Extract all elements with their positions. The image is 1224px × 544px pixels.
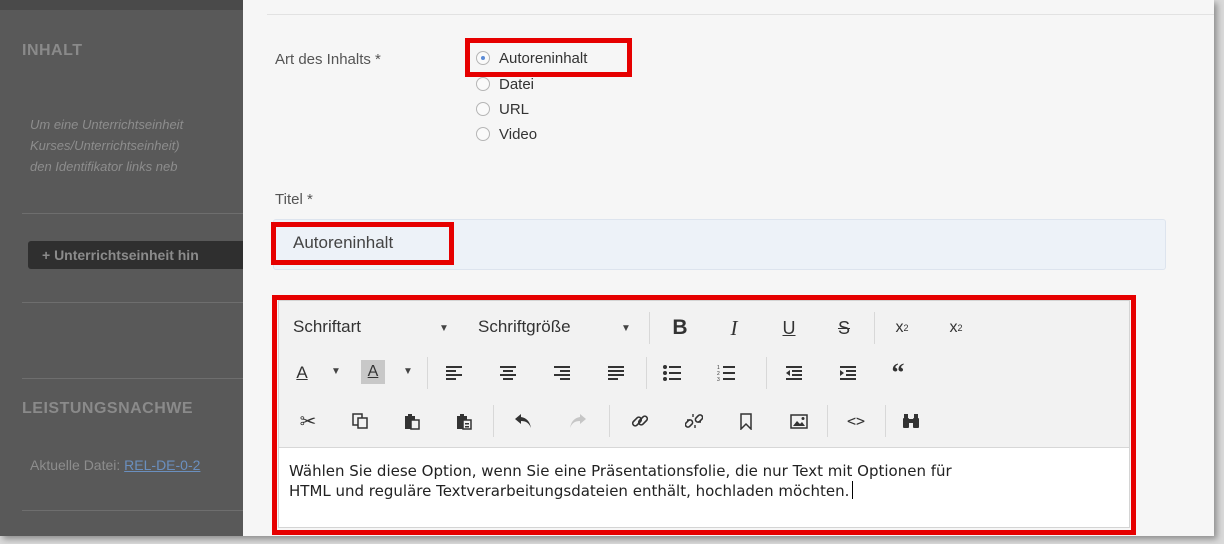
radio-label: Datei — [499, 75, 535, 93]
find-icon[interactable] — [896, 405, 926, 437]
radio-label: Autoreninhalt — [499, 49, 588, 67]
radio-button[interactable] — [476, 127, 490, 141]
radio-option-datei[interactable]: Datei — [476, 73, 534, 95]
inhalt-description-line-3: den Identifikator links neb — [30, 159, 178, 174]
superscript-icon[interactable]: x2 — [939, 311, 973, 345]
source-code-icon[interactable]: <> — [841, 405, 871, 437]
toolbar-row-2: A ▼ A ▼ 1 2 3 “ — [279, 353, 1129, 393]
undo-icon[interactable] — [509, 405, 539, 437]
link-icon[interactable] — [625, 405, 655, 437]
chevron-down-icon[interactable]: ▼ — [621, 323, 631, 334]
edit-content-modal: Art des Inhalts * Autoreninhalt Datei UR… — [243, 0, 1214, 536]
chevron-down-icon[interactable]: ▼ — [331, 366, 341, 377]
toolbar-separator — [885, 405, 886, 437]
blockquote-icon[interactable]: “ — [883, 357, 913, 389]
image-icon[interactable] — [784, 405, 814, 437]
paste-icon[interactable] — [397, 405, 427, 437]
anchor-icon[interactable] — [731, 405, 761, 437]
background-page: INHALT Um eine Unterrichtseinheit Kurses… — [0, 0, 258, 536]
italic-icon[interactable]: I — [717, 311, 751, 345]
radio-label: URL — [499, 100, 530, 118]
cut-icon[interactable]: ✂ — [293, 405, 323, 437]
strikethrough-icon[interactable]: S — [827, 311, 861, 345]
background-topbar — [0, 0, 245, 10]
background-color-icon[interactable]: A — [361, 360, 385, 384]
editor-text-line-1: Wählen Sie diese Option, wenn Sie eine P… — [289, 462, 952, 480]
indent-icon[interactable] — [833, 357, 863, 389]
subscript-icon[interactable]: x2 — [885, 311, 919, 345]
underline-icon[interactable]: U — [772, 311, 806, 345]
toolbar-separator — [609, 405, 610, 437]
editor-text-line-2: HTML und reguläre Textverarbeitungsdatei… — [289, 481, 952, 501]
radio-button[interactable] — [476, 102, 490, 116]
inhalt-heading: INHALT — [22, 42, 83, 59]
font-size-dropdown[interactable]: Schriftgröße — [478, 317, 571, 337]
divider — [22, 213, 252, 214]
divider — [22, 378, 252, 379]
text-color-icon[interactable]: A — [289, 357, 315, 389]
radio-option-url[interactable]: URL — [476, 98, 529, 120]
toolbar-separator — [493, 405, 494, 437]
editor-toolbar: Schriftart ▼ Schriftgröße ▼ B I U S x2 x… — [279, 301, 1129, 448]
rich-text-editor: Schriftart ▼ Schriftgröße ▼ B I U S x2 x… — [278, 300, 1130, 528]
toolbar-separator — [874, 312, 875, 344]
divider — [22, 510, 252, 511]
paste-text-icon[interactable] — [449, 405, 479, 437]
inhalt-description-line-1: Um eine Unterrichtseinheit — [30, 117, 184, 132]
toolbar-row-1: Schriftart ▼ Schriftgröße ▼ B I U S x2 x… — [279, 308, 1129, 348]
toolbar-separator — [649, 312, 650, 344]
toolbar-row-3: ✂ <> — [279, 401, 1129, 441]
screenshot-frame: INHALT Um eine Unterrichtseinheit Kurses… — [0, 0, 1214, 536]
toolbar-separator — [766, 357, 767, 389]
current-file-label: Aktuelle Datei: — [30, 457, 121, 473]
content-type-label: Art des Inhalts * — [275, 51, 381, 68]
font-dropdown[interactable]: Schriftart — [293, 317, 361, 337]
editor-text-line-2-text: HTML und reguläre Textverarbeitungsdatei… — [289, 482, 850, 500]
align-center-icon[interactable] — [493, 357, 523, 389]
numbered-list-icon[interactable]: 123 — [711, 357, 741, 389]
unlink-icon[interactable] — [679, 405, 709, 437]
redo-icon[interactable] — [562, 405, 592, 437]
toolbar-separator — [427, 357, 428, 389]
align-right-icon[interactable] — [547, 357, 577, 389]
divider — [22, 302, 252, 303]
radio-option-autoreninhalt[interactable]: Autoreninhalt — [476, 47, 587, 69]
title-label: Titel * — [275, 191, 313, 208]
toolbar-separator — [827, 405, 828, 437]
align-left-icon[interactable] — [439, 357, 469, 389]
add-unit-button[interactable]: + Unterrichtseinheit hin — [28, 241, 258, 269]
radio-button[interactable] — [476, 77, 490, 91]
title-input-value: Autoreninhalt — [293, 233, 394, 252]
leistungsnachweis-heading: LEISTUNGSNACHWE — [22, 400, 194, 417]
text-cursor — [852, 481, 854, 499]
chevron-down-icon[interactable]: ▼ — [439, 323, 449, 334]
radio-option-video[interactable]: Video — [476, 123, 537, 145]
svg-text:3: 3 — [717, 377, 720, 382]
modal-top-divider — [267, 14, 1214, 15]
radio-button-checked[interactable] — [476, 51, 490, 65]
copy-icon[interactable] — [345, 405, 375, 437]
bold-icon[interactable]: B — [663, 311, 697, 345]
justify-icon[interactable] — [601, 357, 631, 389]
current-file-row: Aktuelle Datei: REL-DE-0-2 — [30, 457, 200, 473]
radio-label: Video — [499, 125, 538, 143]
chevron-down-icon[interactable]: ▼ — [403, 366, 413, 377]
bullet-list-icon[interactable] — [657, 357, 687, 389]
current-file-link[interactable]: REL-DE-0-2 — [124, 457, 200, 473]
outdent-icon[interactable] — [779, 357, 809, 389]
inhalt-description-line-2: Kurses/Unterrichtseinheit) — [30, 138, 180, 153]
title-input[interactable] — [273, 219, 1166, 270]
editor-content-area[interactable]: Wählen Sie diese Option, wenn Sie eine P… — [289, 461, 952, 501]
toolbar-separator — [646, 357, 647, 389]
